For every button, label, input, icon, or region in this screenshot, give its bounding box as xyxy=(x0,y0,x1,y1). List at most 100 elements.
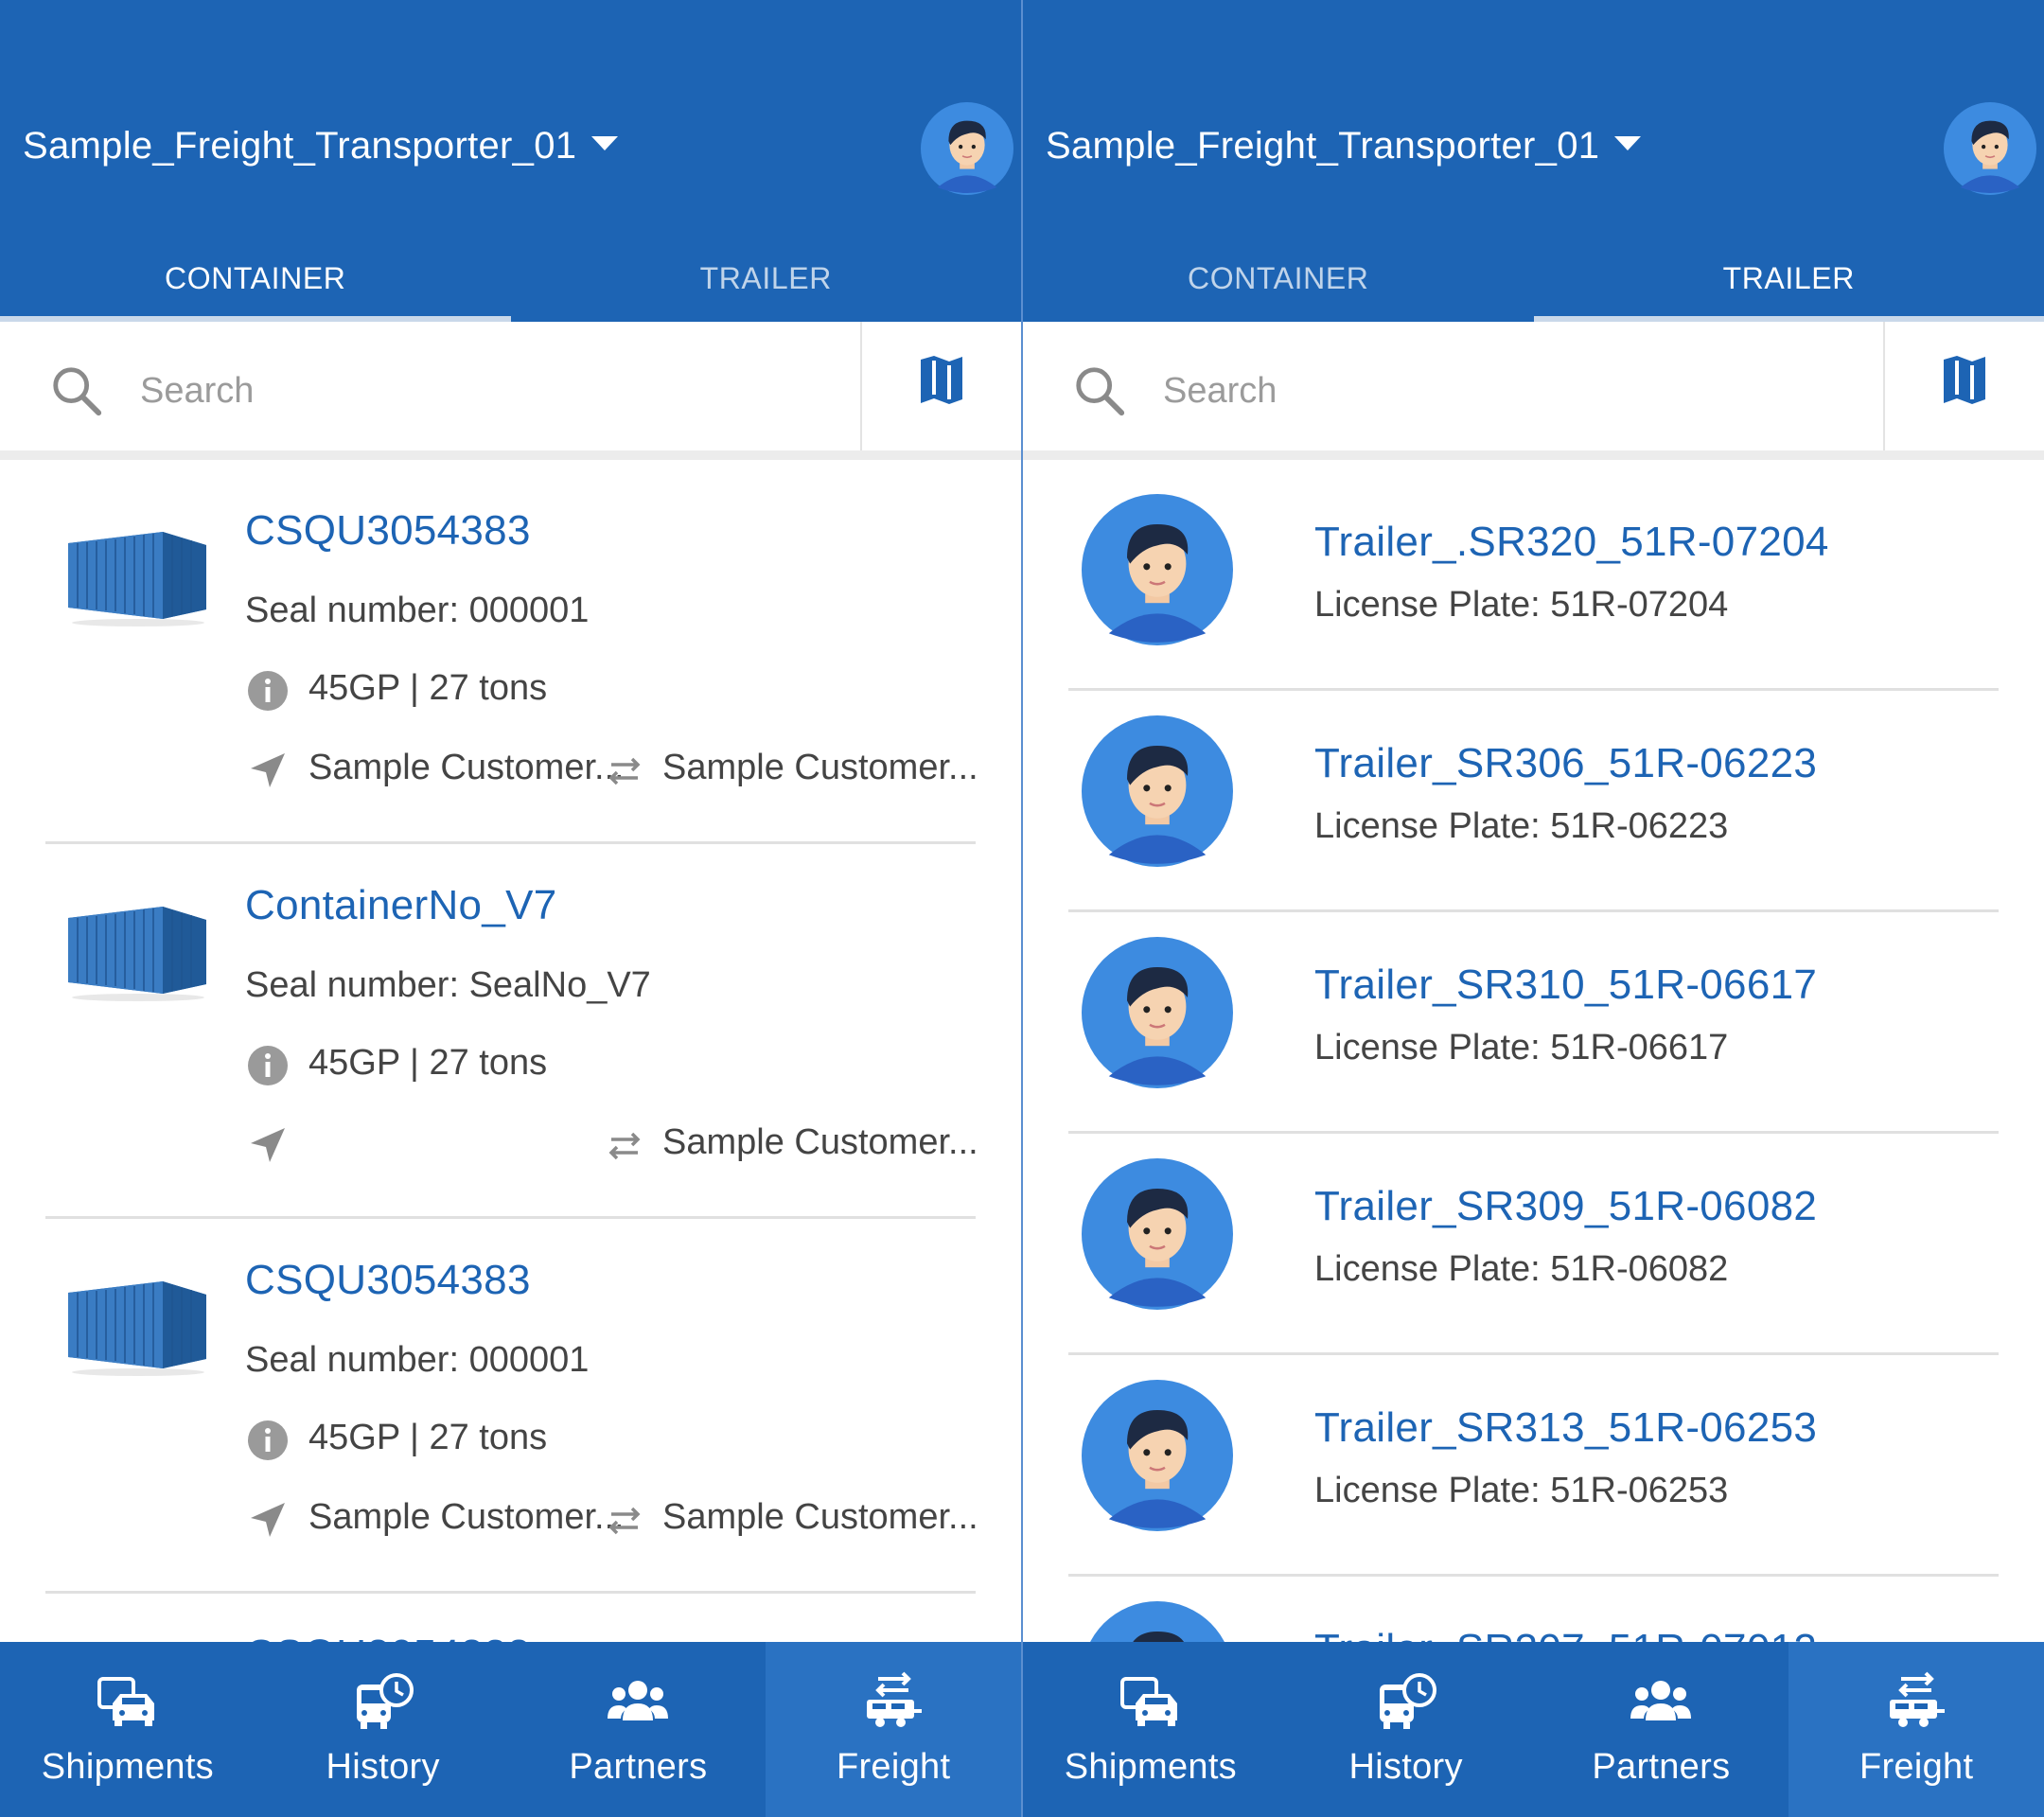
info-icon xyxy=(248,671,288,711)
container-screen: Sample_Freight_Transporter_01 CONTAINER … xyxy=(0,0,1021,1817)
search-input[interactable] xyxy=(1163,360,1844,422)
container-image xyxy=(68,907,206,1001)
nav-history[interactable]: History xyxy=(1278,1642,1534,1817)
partners-icon xyxy=(1630,1681,1692,1720)
nav-shipments[interactable]: Shipments xyxy=(1023,1642,1278,1817)
navigation-arrow-icon xyxy=(251,1503,285,1537)
container-list: CSQU3054383 Seal number: 000001 45GP | 2… xyxy=(0,469,1021,1707)
map-view-button[interactable] xyxy=(1885,322,2044,450)
container-spec: 45GP | 27 tons xyxy=(308,1418,548,1457)
profile-avatar[interactable] xyxy=(1944,102,2036,195)
app-bar: Sample_Freight_Transporter_01 CONTAINER … xyxy=(1023,0,2044,322)
tab-trailer[interactable]: TRAILER xyxy=(1533,235,2044,322)
bottom-navigation: Shipments History Partners Freight xyxy=(1023,1642,2044,1817)
container-item[interactable]: CSQU3054383 Seal number: 000001 45GP | 2… xyxy=(45,469,978,844)
container-image xyxy=(68,1281,206,1376)
profile-avatar[interactable] xyxy=(921,102,1013,195)
nav-label: History xyxy=(1348,1747,1463,1787)
bottom-navigation: Shipments History Partners Freight xyxy=(0,1642,1021,1817)
map-icon xyxy=(1944,356,1985,404)
search-icon xyxy=(1076,367,1125,416)
app-bar: Sample_Freight_Transporter_01 CONTAINER … xyxy=(0,0,1021,322)
tab-container[interactable]: CONTAINER xyxy=(0,235,511,322)
company-selector[interactable]: Sample_Freight_Transporter_01 xyxy=(23,125,619,168)
dropdown-caret-icon xyxy=(1614,136,1642,150)
trailer-item[interactable]: Trailer_SR306_51R-06223 License Plate: 5… xyxy=(1068,691,1999,912)
freight-icon xyxy=(1890,1671,1946,1727)
trailer-item[interactable]: Trailer_SR313_51R-06253 License Plate: 5… xyxy=(1068,1355,1999,1577)
container-number: CSQU3054383 xyxy=(245,1257,531,1303)
container-spec: 45GP | 27 tons xyxy=(308,1043,548,1083)
tab-bar: CONTAINER TRAILER xyxy=(1023,235,2044,322)
trailer-item[interactable]: Trailer_SR310_51R-06617 License Plate: 5… xyxy=(1068,912,1999,1134)
trailer-name: Trailer_.SR320_51R-07204 xyxy=(1314,519,1829,565)
trailer-avatar-icon xyxy=(1082,1158,1233,1310)
nav-freight[interactable]: Freight xyxy=(1788,1642,2044,1817)
company-name: Sample_Freight_Transporter_01 xyxy=(1046,125,1600,167)
destination-customer: Sample Customer... xyxy=(662,1497,978,1537)
trailer-item[interactable]: Trailer_SR307_51R-07012 xyxy=(1068,1577,1999,1753)
trailer-item[interactable]: Trailer_SR309_51R-06082 License Plate: 5… xyxy=(1068,1134,1999,1355)
nav-label: Freight xyxy=(836,1747,951,1787)
nav-shipments[interactable]: Shipments xyxy=(0,1642,256,1817)
nav-label: Freight xyxy=(1859,1747,1974,1787)
nav-history[interactable]: History xyxy=(256,1642,511,1817)
nav-partners[interactable]: Partners xyxy=(1534,1642,1789,1817)
seal-number: Seal number: SealNo_V7 xyxy=(245,965,651,1005)
license-plate: License Plate: 51R-06223 xyxy=(1314,806,1729,846)
destination-customer: Sample Customer... xyxy=(662,1122,978,1162)
container-image xyxy=(68,532,206,626)
freight-icon xyxy=(867,1671,923,1727)
tab-trailer[interactable]: TRAILER xyxy=(511,235,1022,322)
shipments-icon xyxy=(97,1677,154,1726)
nav-partners[interactable]: Partners xyxy=(511,1642,766,1817)
map-icon xyxy=(921,356,962,404)
container-number: CSQU3054383 xyxy=(245,507,531,554)
trailer-name: Trailer_SR313_51R-06253 xyxy=(1314,1404,1818,1451)
trailer-avatar-icon xyxy=(1082,715,1233,867)
swap-arrows-icon xyxy=(608,757,641,785)
license-plate: License Plate: 51R-06082 xyxy=(1314,1249,1729,1289)
container-spec: 45GP | 27 tons xyxy=(308,668,548,708)
company-selector[interactable]: Sample_Freight_Transporter_01 xyxy=(1046,125,1642,168)
search-bar xyxy=(1023,322,2044,460)
container-item[interactable]: CSQU3054383 Seal number: 000001 45GP | 2… xyxy=(45,1219,978,1594)
dropdown-caret-icon xyxy=(591,136,619,150)
destination-customer: Sample Customer... xyxy=(662,748,978,787)
nav-label: History xyxy=(326,1747,440,1787)
trailer-name: Trailer_SR306_51R-06223 xyxy=(1314,740,1818,786)
history-icon xyxy=(1379,1673,1436,1729)
info-icon xyxy=(248,1420,288,1460)
container-number: ContainerNo_V7 xyxy=(245,882,557,928)
trailer-avatar-icon xyxy=(1082,1380,1233,1531)
company-name: Sample_Freight_Transporter_01 xyxy=(23,125,577,167)
search-input[interactable] xyxy=(140,360,821,422)
trailer-item[interactable]: Trailer_.SR320_51R-07204 License Plate: … xyxy=(1068,469,1999,691)
seal-number: Seal number: 000001 xyxy=(245,1340,590,1380)
origin-customer: Sample Customer... xyxy=(308,1497,621,1537)
nav-label: Shipments xyxy=(1064,1747,1237,1787)
license-plate: License Plate: 51R-06617 xyxy=(1314,1028,1729,1067)
nav-label: Partners xyxy=(1592,1747,1731,1787)
tab-bar: CONTAINER TRAILER xyxy=(0,235,1021,322)
avatar-icon xyxy=(1944,102,2036,195)
history-icon xyxy=(356,1673,414,1729)
search-bar xyxy=(0,322,1021,460)
navigation-arrow-icon xyxy=(251,753,285,787)
seal-number: Seal number: 000001 xyxy=(245,591,590,630)
tab-container[interactable]: CONTAINER xyxy=(1023,235,1534,322)
license-plate: License Plate: 51R-06253 xyxy=(1314,1471,1729,1510)
nav-freight[interactable]: Freight xyxy=(766,1642,1021,1817)
trailer-name: Trailer_SR309_51R-06082 xyxy=(1314,1183,1818,1229)
trailer-list: Trailer_.SR320_51R-07204 License Plate: … xyxy=(1023,469,2044,1753)
nav-label: Shipments xyxy=(41,1747,214,1787)
license-plate: License Plate: 51R-07204 xyxy=(1314,585,1729,625)
map-view-button[interactable] xyxy=(862,322,1021,450)
swap-arrows-icon xyxy=(608,1132,641,1160)
swap-arrows-icon xyxy=(608,1507,641,1535)
avatar-icon xyxy=(921,102,1013,195)
navigation-arrow-icon xyxy=(251,1128,285,1162)
trailer-avatar-icon xyxy=(1082,937,1233,1088)
trailer-name: Trailer_SR310_51R-06617 xyxy=(1314,961,1818,1008)
container-item[interactable]: ContainerNo_V7 Seal number: SealNo_V7 45… xyxy=(45,844,978,1219)
